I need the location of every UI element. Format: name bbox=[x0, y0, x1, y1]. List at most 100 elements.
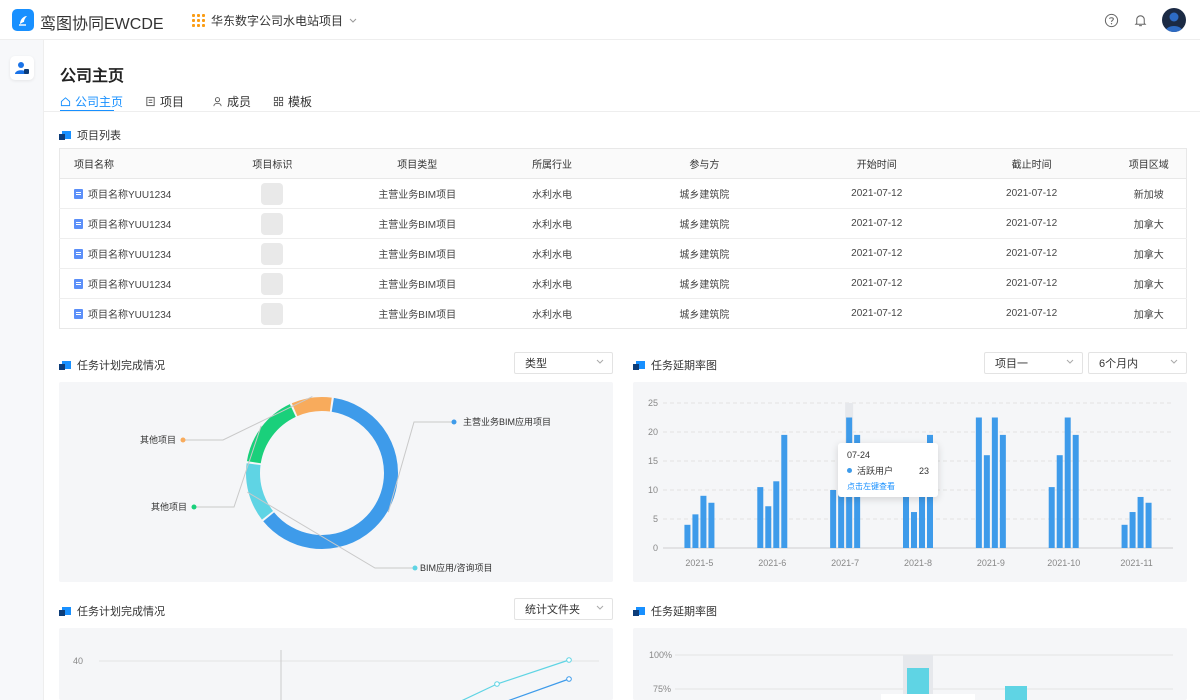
project-type: 主营业务BIM项目 bbox=[337, 268, 498, 299]
tab-members[interactable]: 成员 bbox=[212, 92, 251, 110]
bar bbox=[911, 512, 917, 548]
chevron-down-icon bbox=[349, 18, 357, 23]
project-logo-placeholder bbox=[261, 212, 284, 235]
tooltip-value: 23 bbox=[918, 465, 929, 476]
project-type: 主营业务BIM项目 bbox=[337, 178, 498, 209]
project-name[interactable]: 项目名称YUU1234 bbox=[88, 306, 171, 321]
table-row[interactable]: 项目名称YUU1234 主营业务BIM项目 水利水电 城乡建筑院 2021-07… bbox=[60, 299, 1187, 329]
project-list-title: 项目列表 bbox=[59, 127, 121, 143]
app-logo-icon[interactable] bbox=[12, 9, 34, 31]
project-industry: 水利水电 bbox=[497, 268, 608, 299]
project-end: 2021-07-12 bbox=[951, 178, 1112, 209]
project-file-icon bbox=[74, 218, 83, 229]
project-selector-label: 华东数字公司水电站项目 bbox=[211, 14, 344, 28]
tab-home[interactable]: 公司主页 bbox=[60, 92, 123, 110]
column-header: 所属行业 bbox=[497, 148, 608, 179]
bell-icon[interactable] bbox=[1133, 13, 1148, 28]
project-logo-placeholder bbox=[261, 182, 284, 205]
project-table: 项目名称 项目标识 项目类型 所属行业 参与方 开始时间 截止时间 项目区域 项… bbox=[59, 148, 1187, 329]
series-line bbox=[461, 659, 570, 700]
bar bbox=[919, 490, 925, 548]
y-tick-label: 25 bbox=[648, 398, 658, 408]
left-rail bbox=[0, 40, 44, 700]
x-tick-label: 2021-5 bbox=[685, 558, 713, 568]
type-select[interactable]: 类型 bbox=[514, 352, 613, 374]
project-filter-select[interactable]: 项目一 bbox=[984, 352, 1083, 374]
tooltip-date: 07-24 bbox=[847, 450, 871, 460]
donut-panel: 主营业务BIM应用项目 BIM应用/咨询项目 其他项目 其他项目 bbox=[59, 382, 613, 582]
bar bbox=[1121, 524, 1128, 548]
slice-label: 其他项目 bbox=[140, 434, 176, 445]
project-end: 2021-07-12 bbox=[1006, 308, 1058, 319]
chevron-down-icon bbox=[1170, 359, 1178, 364]
tab-label: 成员 bbox=[227, 94, 252, 109]
home-icon bbox=[60, 96, 71, 106]
task-plan-title: 任务计划完成情况 bbox=[59, 357, 165, 373]
line-panel: 40 bbox=[59, 628, 613, 700]
legend-dot bbox=[412, 565, 418, 571]
x-tick-label: 2021-6 bbox=[758, 558, 786, 568]
series-line bbox=[508, 678, 570, 700]
project-region: 加拿大 bbox=[1111, 208, 1187, 239]
folder-select-value: 统计文件夹 bbox=[525, 604, 580, 616]
project-type: 主营业务BIM项目 bbox=[337, 208, 498, 239]
legend-dot bbox=[191, 504, 197, 510]
bar bbox=[1129, 512, 1136, 548]
help-icon[interactable] bbox=[1104, 13, 1119, 28]
slice-label: BIM应用/咨询项目 bbox=[420, 562, 493, 573]
project-type: 主营业务BIM项目 bbox=[337, 238, 498, 269]
y-tick-label: 40 bbox=[73, 656, 83, 666]
project-name[interactable]: 项目名称YUU1234 bbox=[88, 246, 171, 261]
bar bbox=[773, 481, 780, 548]
tab-projects[interactable]: 项目 bbox=[145, 92, 184, 110]
section-title-text: 任务计划完成情况 bbox=[77, 360, 165, 372]
tooltip-link[interactable]: 点击左键查看 bbox=[847, 481, 929, 492]
section-title-text: 项目列表 bbox=[77, 130, 121, 142]
table-row[interactable]: 项目名称YUU1234 主营业务BIM项目 水利水电 城乡建筑院 2021-07… bbox=[59, 178, 1187, 209]
section-marker-icon bbox=[633, 607, 645, 616]
project-start: 2021-07-12 bbox=[851, 308, 903, 319]
section-marker-icon bbox=[59, 131, 71, 140]
project-end: 2021-07-12 bbox=[951, 238, 1112, 269]
folder-select[interactable]: 统计文件夹 bbox=[514, 598, 613, 620]
page-title: 公司主页 bbox=[60, 68, 125, 85]
tooltip-edge bbox=[881, 694, 975, 700]
y-tick-label: 20 bbox=[648, 427, 658, 437]
project-name[interactable]: 项目名称YUU1234 bbox=[88, 216, 171, 231]
project-file-icon bbox=[74, 278, 83, 289]
bar bbox=[1072, 434, 1079, 548]
table-row[interactable]: 项目名称YUU1234 主营业务BIM项目 水利水电 城乡建筑院 2021-07… bbox=[59, 208, 1187, 239]
project-name[interactable]: 项目名称YUU1234 bbox=[88, 186, 171, 201]
project-start: 2021-07-12 bbox=[801, 178, 952, 209]
project-region: 新加坡 bbox=[1111, 178, 1187, 209]
bar bbox=[781, 434, 788, 548]
project-logo-placeholder bbox=[261, 302, 284, 325]
project-party: 城乡建筑院 bbox=[607, 178, 802, 209]
bar bbox=[1137, 496, 1144, 548]
type-select-value: 类型 bbox=[525, 358, 547, 370]
section-title-text: 任务延期率图 bbox=[651, 360, 717, 372]
table-row[interactable]: 项目名称YUU1234 主营业务BIM项目 水利水电 城乡建筑院 2021-07… bbox=[59, 238, 1187, 269]
project-party: 城乡建筑院 bbox=[679, 310, 730, 321]
chart-tooltip: 07-24 活跃用户 23 点击左键查看 bbox=[838, 443, 938, 497]
grid-icon bbox=[273, 96, 284, 106]
project-selector[interactable]: 华东数字公司水电站项目 bbox=[192, 12, 357, 29]
period-select[interactable]: 6个月内 bbox=[1088, 352, 1187, 374]
tooltip-series: 活跃用户 bbox=[857, 466, 894, 476]
section-title-text: 任务计划完成情况 bbox=[77, 606, 165, 618]
bar bbox=[1145, 502, 1152, 548]
chevron-down-icon bbox=[596, 359, 604, 364]
rail-company-button[interactable] bbox=[10, 56, 34, 80]
column-header: 项目名称 bbox=[59, 148, 208, 179]
project-name[interactable]: 项目名称YUU1234 bbox=[88, 276, 171, 291]
bar bbox=[991, 417, 998, 548]
table-row[interactable]: 项目名称YUU1234 主营业务BIM项目 水利水电 城乡建筑院 2021-07… bbox=[59, 268, 1187, 299]
column-header: 项目类型 bbox=[337, 148, 498, 179]
bar bbox=[999, 434, 1006, 548]
period-select-value: 6个月内 bbox=[1099, 358, 1139, 370]
user-avatar[interactable] bbox=[1162, 8, 1186, 32]
slice-label: 主营业务BIM应用项目 bbox=[463, 416, 551, 427]
project-party: 城乡建筑院 bbox=[607, 208, 802, 239]
project-end: 2021-07-12 bbox=[951, 268, 1112, 299]
tab-templates[interactable]: 模板 bbox=[273, 92, 312, 110]
